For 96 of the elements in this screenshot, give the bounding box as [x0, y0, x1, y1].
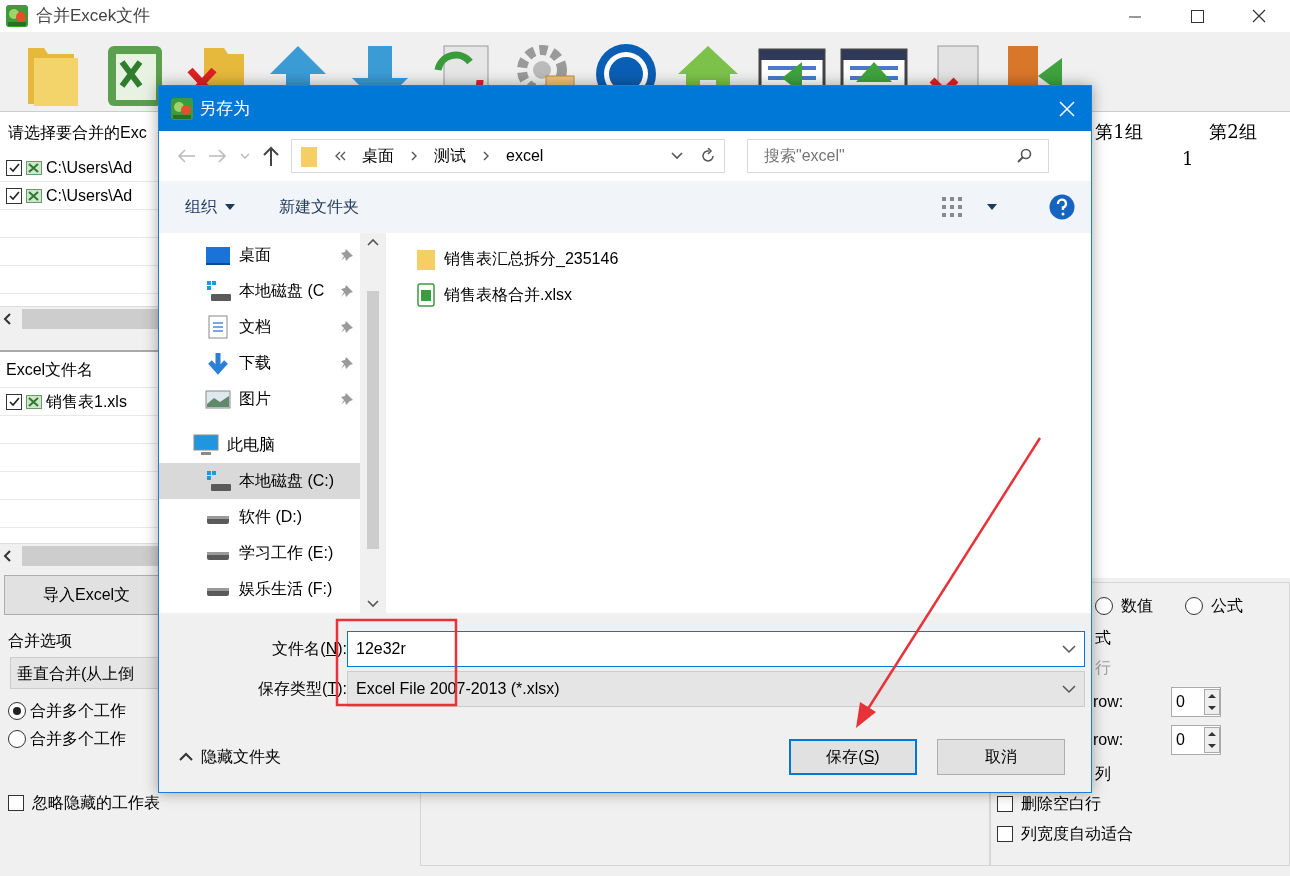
radio-button[interactable]: [8, 702, 26, 720]
organize-menu[interactable]: 组织: [185, 195, 235, 219]
window-title: 合并Excek文件: [36, 5, 152, 28]
field-label: 保存类型(T):: [257, 679, 347, 699]
option-label: 列: [1095, 764, 1111, 784]
option-label: 式: [1095, 628, 1111, 648]
file-item[interactable]: 销售表格合并.xlsx: [416, 277, 1091, 313]
column-header: 第2组: [1208, 120, 1258, 144]
drive-icon: [207, 552, 229, 560]
radio-button[interactable]: [8, 730, 26, 748]
checkbox[interactable]: [6, 187, 22, 204]
pin-icon[interactable]: [340, 248, 354, 262]
option-label: 行: [1095, 658, 1111, 678]
checkbox[interactable]: [997, 826, 1013, 842]
drive-icon: [205, 469, 231, 493]
save-button[interactable]: 保存(S): [789, 739, 917, 775]
radio-label: 公式: [1211, 596, 1243, 616]
option-label: row:: [1093, 730, 1125, 750]
radio-label: 合并多个工作: [30, 701, 126, 721]
picture-icon: [205, 387, 231, 411]
new-folder-button[interactable]: 新建文件夹: [279, 195, 359, 219]
cancel-button[interactable]: 取消: [937, 739, 1065, 775]
chevron-down-icon[interactable]: [1062, 684, 1076, 694]
drive-icon: [207, 516, 229, 524]
chevron-down-icon[interactable]: [1062, 644, 1076, 654]
spin-arrows-icon[interactable]: [1204, 727, 1220, 753]
pin-icon[interactable]: [340, 320, 354, 334]
app-icon: [171, 97, 193, 120]
folder-icon: [416, 247, 436, 271]
checkbox-label: 列宽度自动适合: [1021, 824, 1133, 844]
chevron-right-icon[interactable]: [482, 150, 490, 162]
checkbox[interactable]: [6, 159, 22, 176]
spreadsheet-file-icon: [26, 159, 42, 176]
chevron-up-icon: [179, 752, 193, 762]
radio-label: 合并多个工作: [30, 729, 126, 749]
nav-item[interactable]: 娱乐生活 (F:): [159, 571, 360, 607]
download-arrow-icon: [205, 351, 231, 375]
up-arrow-icon[interactable]: [261, 145, 281, 167]
view-grid-icon[interactable]: [941, 196, 963, 218]
breadcrumb-item[interactable]: 测试: [434, 144, 466, 168]
file-path: C:\Users\Ad: [46, 185, 133, 206]
option-label: row:: [1093, 692, 1125, 712]
breadcrumb-item[interactable]: excel: [506, 144, 544, 168]
spreadsheet-file-icon: [26, 393, 42, 410]
nav-item[interactable]: 下载: [159, 345, 360, 381]
checkbox[interactable]: [6, 393, 22, 410]
nav-item[interactable]: 软件 (D:): [159, 499, 360, 535]
file-item[interactable]: 销售表汇总拆分_235146: [416, 241, 1091, 277]
number-spinner[interactable]: 0: [1171, 687, 1221, 717]
nav-item[interactable]: 图片: [159, 381, 360, 417]
spin-arrows-icon[interactable]: [1204, 689, 1220, 715]
nav-item[interactable]: 本地磁盘 (C:): [159, 463, 360, 499]
nav-item[interactable]: 文档: [159, 309, 360, 345]
checkbox[interactable]: [8, 795, 24, 811]
pin-icon[interactable]: [340, 356, 354, 370]
spinner-value: 0: [1176, 730, 1185, 750]
search-icon[interactable]: [1016, 148, 1032, 164]
pin-icon[interactable]: [340, 392, 354, 406]
radio-button[interactable]: [1095, 597, 1113, 615]
column-header: 第1组: [1094, 120, 1144, 144]
spinner-value: 0: [1176, 692, 1185, 712]
checkbox[interactable]: [997, 796, 1013, 812]
document-icon: [205, 315, 231, 339]
refresh-icon[interactable]: [700, 148, 716, 164]
folder-icon: [300, 144, 318, 168]
drive-icon: [207, 588, 229, 596]
search-field[interactable]: 搜索"excel": [748, 140, 998, 172]
computer-icon: [193, 433, 219, 457]
spreadsheet-file-icon: [26, 187, 42, 204]
radio-label: 数值: [1121, 596, 1153, 616]
field-label: 文件名(N):: [271, 639, 347, 659]
chevron-down-icon[interactable]: [670, 150, 684, 162]
pin-icon[interactable]: [340, 284, 354, 298]
file-name: 销售表1.xls: [46, 391, 127, 412]
hide-folders-toggle[interactable]: 隐藏文件夹: [179, 745, 281, 769]
address-bar[interactable]: 桌面 测试 excel: [291, 139, 725, 173]
checkbox-label: 删除空白行: [1021, 794, 1101, 814]
app-icon: [6, 5, 28, 27]
column-header: Excel文件名: [6, 359, 94, 380]
table-cell-text: 1: [1181, 147, 1195, 171]
radio-button[interactable]: [1185, 597, 1203, 615]
number-spinner[interactable]: 0: [1171, 725, 1221, 755]
group-title: 合并选项: [8, 632, 72, 649]
checkbox-label: 忽略隐藏的工作表: [32, 793, 160, 813]
nav-item[interactable]: 本地磁盘 (C: [159, 273, 360, 309]
scrollbar[interactable]: [360, 233, 385, 613]
double-chevron-icon[interactable]: [334, 150, 346, 162]
file-path: C:\Users\Ad: [46, 157, 133, 178]
spreadsheet-file-icon: [416, 283, 436, 307]
drive-icon: [205, 279, 231, 303]
nav-item[interactable]: 桌面: [159, 237, 360, 273]
caret-icon[interactable]: [987, 204, 997, 210]
chevron-right-icon[interactable]: [410, 150, 418, 162]
search-box[interactable]: 搜索"excel": [747, 139, 1049, 173]
nav-item[interactable]: 此电脑: [159, 427, 360, 463]
nav-item[interactable]: 学习工作 (E:): [159, 535, 360, 571]
